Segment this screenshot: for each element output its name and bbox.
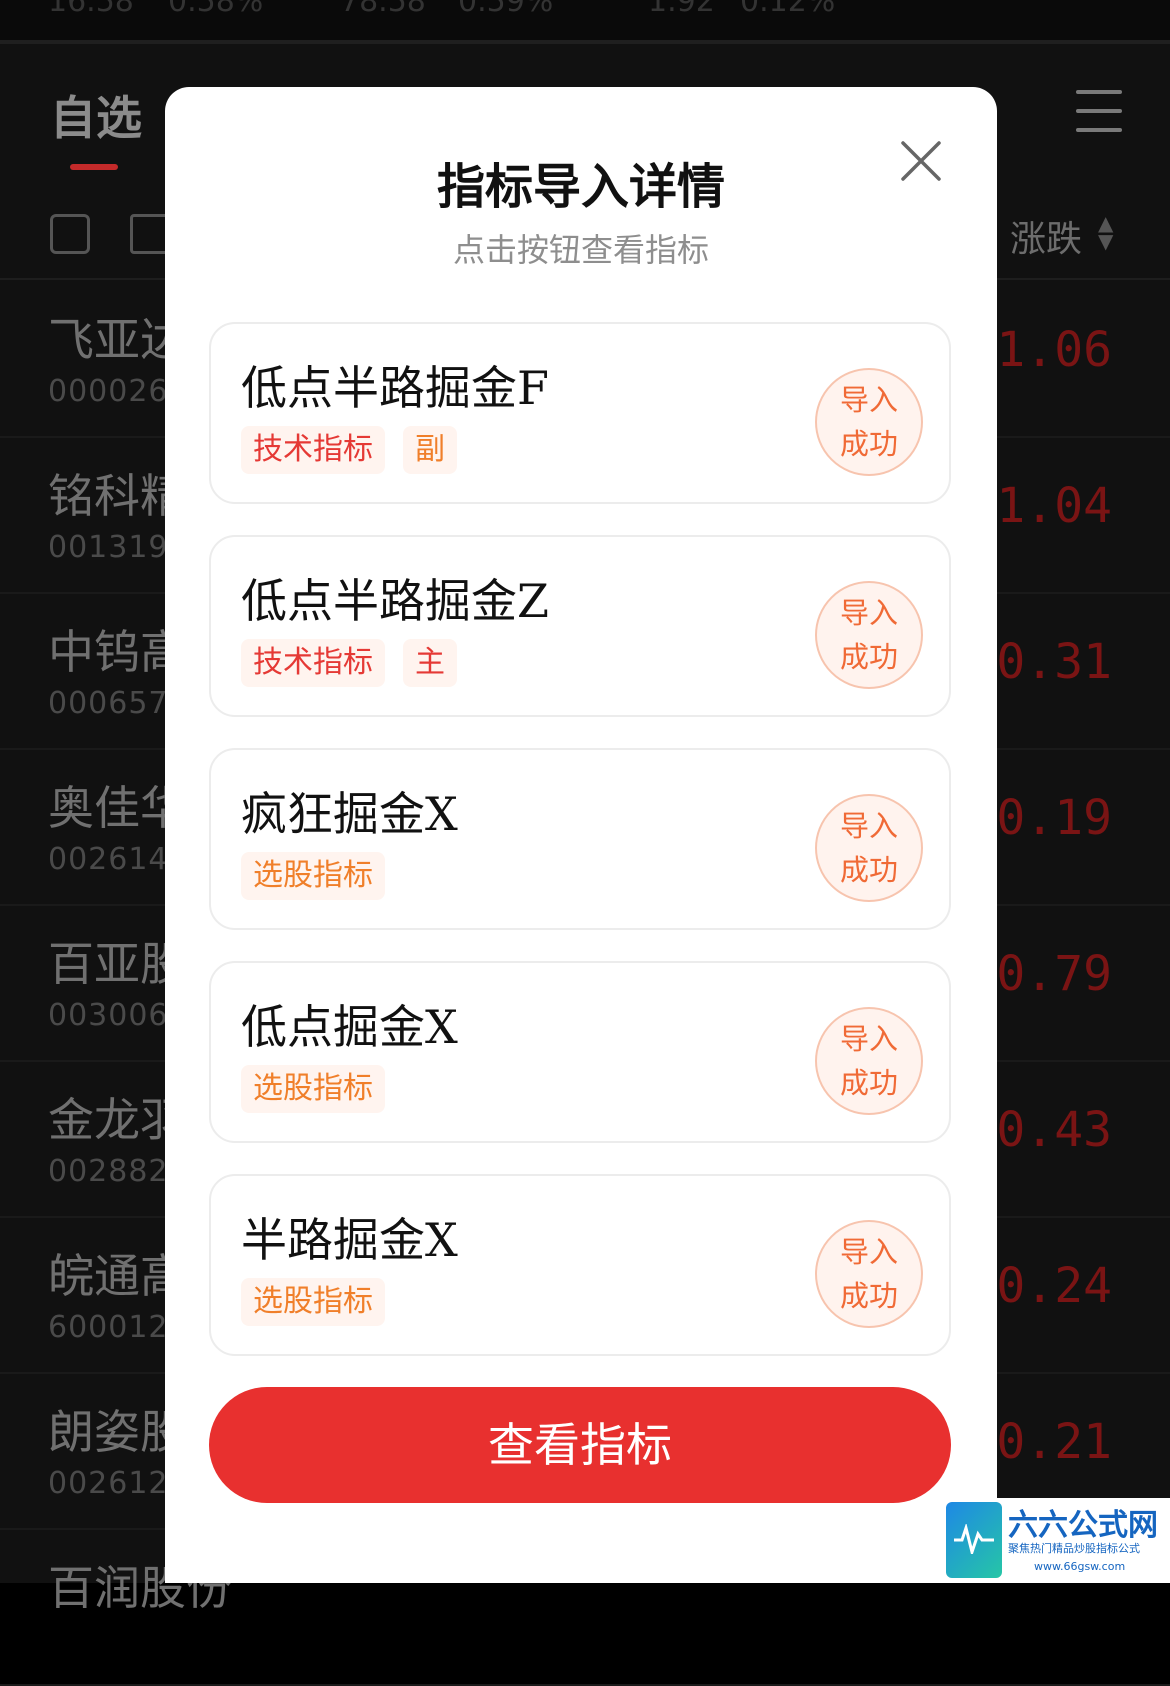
badge-line: 导入 [839, 1022, 898, 1056]
stock-change: 0.31 [996, 634, 1112, 690]
stock-code: 600012 [48, 1310, 169, 1345]
stock-change: 1.06 [996, 322, 1112, 378]
view-indicators-button[interactable]: 查看指标 [209, 1387, 951, 1503]
import-success-badge: 导入 成功 [815, 1007, 923, 1115]
import-success-badge: 导入 成功 [815, 581, 923, 689]
indicator-type-tag: 选股指标 [241, 1065, 385, 1113]
column-header-change[interactable]: 涨跌 [1010, 210, 1082, 262]
indicator-type-tag: 选股指标 [241, 852, 385, 900]
top-value: 0.58% [168, 0, 264, 19]
close-icon[interactable] [899, 139, 943, 183]
indicator-name: 低点半路掘金Z [241, 574, 549, 628]
indicator-type-tag: 技术指标 [241, 639, 385, 687]
sort-icon[interactable]: ▲ ▼ [1098, 213, 1113, 251]
dialog-subtitle: 点击按钮查看指标 [452, 231, 709, 269]
logo-icon [946, 1502, 1002, 1578]
stock-code: 001319 [48, 530, 169, 565]
import-success-badge: 导入 成功 [815, 794, 923, 902]
indicator-card[interactable]: 低点半路掘金F 技术指标 副 导入 成功 [209, 322, 951, 504]
indicator-type-tag: 技术指标 [241, 426, 385, 474]
import-success-badge: 导入 成功 [815, 1220, 923, 1328]
indicator-card[interactable]: 疯狂掘金X 选股指标 导入 成功 [209, 748, 951, 930]
stock-change: 0.21 [996, 1414, 1112, 1470]
indicator-name: 半路掘金X [241, 1213, 458, 1267]
grid-icon[interactable] [130, 214, 170, 254]
import-success-badge: 导入 成功 [815, 368, 923, 476]
stock-change: 0.24 [996, 1258, 1112, 1314]
stock-code: 003006 [48, 998, 169, 1033]
dialog-title: 指标导入详情 [436, 159, 725, 215]
logo-url: www.66gsw.com [1034, 1560, 1126, 1573]
indicator-position-tag: 主 [403, 639, 457, 687]
badge-line: 导入 [839, 596, 898, 630]
top-value: 0.59% [458, 0, 554, 19]
tab-watchlist[interactable]: 自选 [50, 82, 142, 148]
stock-change: 0.19 [996, 790, 1112, 846]
top-quote-strip: 16.58 0.58% 78.58 0.59% 1.92 0.12% [0, 0, 1170, 44]
tab-active-indicator [70, 164, 118, 170]
indicator-name: 低点半路掘金F [241, 361, 549, 415]
indicator-type-tag: 选股指标 [241, 1278, 385, 1326]
app-background: 16.58 0.58% 78.58 0.59% 1.92 0.12% 自选 涨跌… [0, 0, 1170, 1686]
badge-line: 成功 [839, 1279, 898, 1313]
phone-icon[interactable] [50, 214, 90, 254]
indicator-name: 疯狂掘金X [241, 787, 458, 841]
stock-change: 1.04 [996, 478, 1112, 534]
badge-line: 成功 [839, 853, 898, 887]
stock-code: 002882 [48, 1154, 169, 1189]
top-value: 78.58 [340, 0, 426, 19]
badge-line: 导入 [839, 1235, 898, 1269]
logo-slogan: 聚焦热门精品炒股指标公式 [1008, 1542, 1140, 1555]
badge-line: 导入 [839, 383, 898, 417]
stock-change: 0.43 [996, 1102, 1112, 1158]
menu-icon[interactable] [1076, 90, 1122, 134]
logo-name: 六六公式网 [1008, 1508, 1158, 1543]
indicator-card[interactable]: 低点掘金X 选股指标 导入 成功 [209, 961, 951, 1143]
badge-line: 导入 [839, 809, 898, 843]
indicator-card[interactable]: 低点半路掘金Z 技术指标 主 导入 成功 [209, 535, 951, 717]
indicator-position-tag: 副 [403, 426, 457, 474]
indicator-card[interactable]: 半路掘金X 选股指标 导入 成功 [209, 1174, 951, 1356]
top-value: 0.12% [740, 0, 836, 19]
badge-line: 成功 [839, 640, 898, 674]
stock-code: 002612 [48, 1466, 169, 1501]
stock-code: 000657 [48, 686, 169, 721]
indicator-name: 低点掘金X [241, 1000, 458, 1054]
badge-line: 成功 [839, 1066, 898, 1100]
badge-line: 成功 [839, 427, 898, 461]
stock-change: 0.79 [996, 946, 1112, 1002]
stock-code: 000026 [48, 374, 169, 409]
stock-code: 002614 [48, 842, 169, 877]
site-logo: 六六公式网 聚焦热门精品炒股指标公式 www.66gsw.com [944, 1498, 1170, 1583]
top-value: 16.58 [48, 0, 134, 19]
indicator-import-dialog: 指标导入详情 点击按钮查看指标 低点半路掘金F 技术指标 副 导入 成功 低点半… [165, 87, 997, 1583]
top-value: 1.92 [648, 0, 715, 19]
